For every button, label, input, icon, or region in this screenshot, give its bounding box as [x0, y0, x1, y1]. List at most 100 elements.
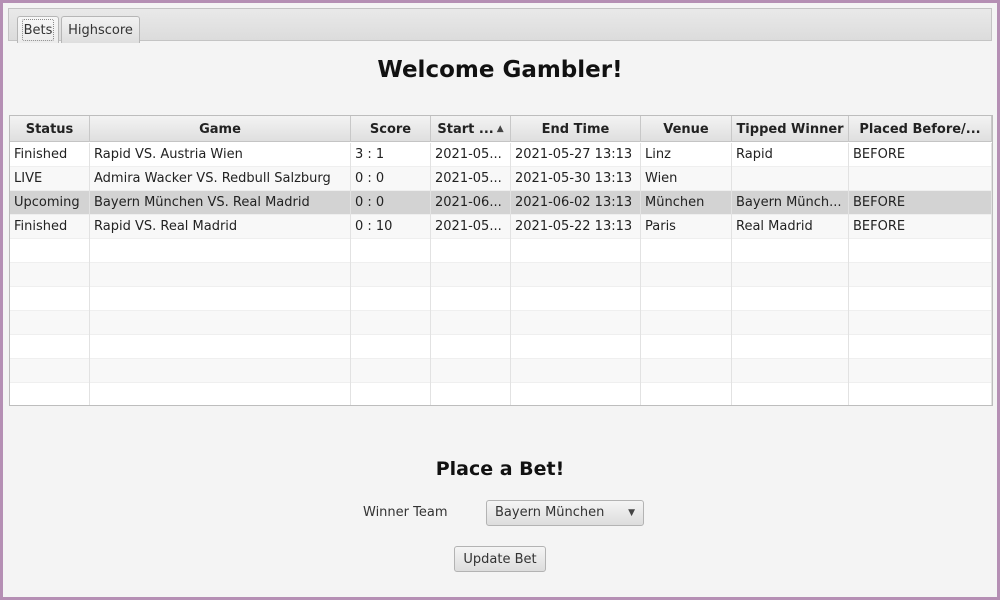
- place-bet-title: Place a Bet!: [435, 458, 565, 480]
- table-cell: [641, 311, 732, 335]
- table-body: Finished Rapid VS. Austria Wien 3 : 1 2021-…: [10, 143, 992, 405]
- table-cell: [351, 335, 431, 359]
- table-cell: [351, 239, 431, 263]
- table-cell: [732, 311, 849, 335]
- column-header-venue[interactable]: Venue: [641, 116, 732, 142]
- table-row[interactable]: Finished Rapid VS. Austria Wien 3 : 1 2021-…: [10, 143, 992, 167]
- table-cell: [641, 359, 732, 383]
- table-cell: [511, 239, 641, 263]
- table-cell: [10, 287, 90, 311]
- table-cell: Bayern München VS. Real Madrid: [90, 191, 351, 215]
- app-window: Bets Highscore Welcome Gambler! Status G…: [3, 3, 997, 597]
- winner-team-value: Bayern München: [495, 505, 605, 520]
- table-cell: LIVE: [10, 167, 90, 191]
- table-cell: [641, 239, 732, 263]
- table-cell: Bayern Münch...: [732, 191, 849, 215]
- table-cell: 2021-05...: [431, 167, 511, 191]
- tab-bar: Bets Highscore: [8, 8, 992, 43]
- table-cell: [732, 287, 849, 311]
- chevron-down-icon: ▼: [628, 508, 635, 518]
- table-cell: 2021-05...: [431, 143, 511, 167]
- table-cell: Admira Wacker VS. Redbull Salzburg: [90, 167, 351, 191]
- table-cell: Rapid VS. Real Madrid: [90, 215, 351, 239]
- empty-table-row: [10, 383, 992, 405]
- table-cell: 2021-05...: [431, 215, 511, 239]
- update-bet-label: Update Bet: [463, 551, 537, 567]
- table-cell: [641, 287, 732, 311]
- column-header-end-time[interactable]: End Time: [511, 116, 641, 142]
- table-cell: 2021-06...: [431, 191, 511, 215]
- table-cell: Rapid: [732, 143, 849, 167]
- table-cell: [351, 359, 431, 383]
- table-cell: [732, 167, 849, 191]
- table-cell: Finished: [10, 215, 90, 239]
- table-cell: [511, 263, 641, 287]
- table-cell: [351, 263, 431, 287]
- table-cell: [431, 383, 511, 405]
- page-title: Welcome Gambler!: [377, 57, 623, 83]
- column-header-tipped-winner[interactable]: Tipped Winner: [732, 116, 849, 142]
- empty-table-row: [10, 335, 992, 359]
- table-cell: Real Madrid: [732, 215, 849, 239]
- tab-highscore-label: Highscore: [68, 22, 133, 38]
- table-cell: [351, 383, 431, 405]
- table-cell: BEFORE: [849, 191, 992, 215]
- table-row[interactable]: LIVE Admira Wacker VS. Redbull Salzburg 0 …: [10, 167, 992, 191]
- table-cell: [431, 335, 511, 359]
- bets-table[interactable]: Status Game Score Start ... ▲ End Time Ve…: [9, 115, 993, 406]
- tab-highscore[interactable]: Highscore: [61, 16, 140, 43]
- table-cell: [511, 311, 641, 335]
- table-cell: [431, 311, 511, 335]
- column-header-score[interactable]: Score: [351, 116, 431, 142]
- table-cell: [641, 383, 732, 405]
- table-cell: Rapid VS. Austria Wien: [90, 143, 351, 167]
- table-cell: Linz: [641, 143, 732, 167]
- empty-table-row: [10, 239, 992, 263]
- table-cell: Finished: [10, 143, 90, 167]
- table-cell: 3 : 1: [351, 143, 431, 167]
- table-cell: [849, 383, 992, 405]
- table-cell: [351, 287, 431, 311]
- tab-bets-label: Bets: [23, 22, 53, 38]
- empty-table-row: [10, 359, 992, 383]
- table-cell: [849, 239, 992, 263]
- table-cell: [849, 335, 992, 359]
- table-cell: [90, 287, 351, 311]
- table-cell: 0 : 0: [351, 191, 431, 215]
- tab-bets[interactable]: Bets: [17, 16, 59, 43]
- column-header-start-time[interactable]: Start ... ▲: [431, 116, 511, 142]
- column-header-placed-before[interactable]: Placed Before/...: [849, 116, 992, 142]
- column-header-status[interactable]: Status: [10, 116, 90, 142]
- table-row[interactable]: Finished Rapid VS. Real Madrid 0 : 10 2021-…: [10, 215, 992, 239]
- table-cell: [351, 311, 431, 335]
- table-cell: [641, 335, 732, 359]
- table-cell: [849, 167, 992, 191]
- table-cell: [511, 359, 641, 383]
- table-cell: 2021-06-02 13:13: [511, 191, 641, 215]
- table-cell: [732, 335, 849, 359]
- table-cell: [511, 287, 641, 311]
- winner-team-label: Winner Team: [363, 505, 448, 520]
- table-cell: [511, 335, 641, 359]
- table-cell: 0 : 10: [351, 215, 431, 239]
- table-cell: [10, 383, 90, 405]
- winner-team-dropdown[interactable]: Bayern München ▼: [486, 500, 644, 526]
- table-cell: BEFORE: [849, 215, 992, 239]
- table-cell: [90, 335, 351, 359]
- table-cell: [849, 263, 992, 287]
- column-header-game[interactable]: Game: [90, 116, 351, 142]
- table-cell: 0 : 0: [351, 167, 431, 191]
- update-bet-button[interactable]: Update Bet: [454, 546, 546, 572]
- table-header: Status Game Score Start ... ▲ End Time Ve…: [10, 116, 992, 142]
- table-cell: [10, 239, 90, 263]
- table-cell: München: [641, 191, 732, 215]
- sort-ascending-icon: ▲: [496, 124, 504, 134]
- table-cell: [511, 383, 641, 405]
- table-cell: [431, 263, 511, 287]
- table-cell: [10, 359, 90, 383]
- empty-table-row: [10, 287, 992, 311]
- table-cell: [10, 311, 90, 335]
- table-cell: [431, 239, 511, 263]
- table-cell: [849, 287, 992, 311]
- table-row[interactable]: Upcoming Bayern München VS. Real Madrid 0 …: [10, 191, 992, 215]
